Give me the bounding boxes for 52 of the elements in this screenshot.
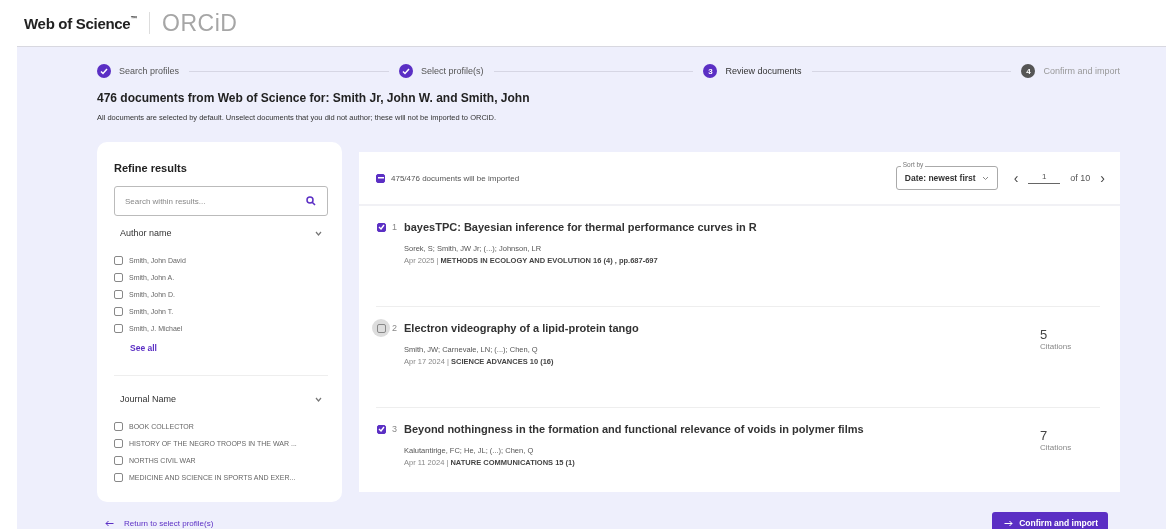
back-link[interactable]: Return to select profile(s) <box>105 518 214 528</box>
citations-label: Citations <box>1040 342 1073 351</box>
citation-count: 5 <box>1040 327 1049 342</box>
checkbox[interactable] <box>114 324 123 333</box>
import-count: 475/476 documents will be imported <box>391 173 520 183</box>
checkbox[interactable] <box>114 473 123 482</box>
checkbox[interactable] <box>376 173 385 183</box>
result-number: 1 <box>392 221 398 234</box>
step-label: Search profiles <box>119 66 180 76</box>
search-field[interactable]: Search within results... <box>114 186 328 216</box>
search-icon[interactable] <box>306 196 316 206</box>
filter-heading[interactable]: Author name <box>120 228 172 238</box>
panel-title: Refine results <box>114 162 188 174</box>
orcid-logo: ORCiD <box>162 9 238 37</box>
document-title[interactable]: Electron videography of a lipid-protein tango <box>404 322 1040 334</box>
citation-count: 7 <box>1040 428 1049 443</box>
checkbox[interactable] <box>114 256 123 265</box>
step-label: Select profile(s) <box>421 66 484 76</box>
checkbox[interactable] <box>114 290 123 299</box>
next-page-button[interactable]: › <box>1100 170 1105 186</box>
page-field[interactable]: 1 <box>1028 172 1061 184</box>
checkbox[interactable] <box>114 456 123 465</box>
checkbox[interactable] <box>376 323 386 333</box>
see-all-link[interactable]: See all <box>130 343 157 353</box>
result-number: 2 <box>392 322 398 335</box>
step-number: 3 <box>703 64 718 78</box>
arrow-right-icon <box>1004 519 1014 527</box>
page-count: of 10 <box>1070 173 1091 183</box>
filter-heading[interactable]: Journal Name <box>120 394 177 404</box>
check-icon <box>377 426 385 432</box>
checkbox[interactable] <box>376 424 386 434</box>
caret-icon[interactable] <box>315 230 322 236</box>
previous-page-button[interactable]: ‹ <box>1013 170 1019 186</box>
arrow-left-icon <box>105 519 114 527</box>
step-number: 4 <box>1021 64 1036 78</box>
checkbox[interactable] <box>114 439 123 448</box>
check-icon <box>377 224 385 230</box>
minus-icon <box>377 177 384 179</box>
checkbox[interactable] <box>114 422 123 431</box>
caret-icon[interactable] <box>981 175 989 181</box>
step-label: Review documents <box>725 66 802 76</box>
result-number: 3 <box>392 423 398 436</box>
citations-label: Citations <box>1040 443 1073 452</box>
checkbox[interactable] <box>114 273 123 282</box>
confirm-button[interactable]: Confirm and import <box>992 512 1108 529</box>
checkbox[interactable] <box>114 307 123 316</box>
document-title[interactable]: bayesTPC: Bayesian inference for thermal performance curves in R <box>404 221 1100 233</box>
checkbox[interactable] <box>376 222 386 232</box>
caret-icon[interactable] <box>315 396 322 402</box>
page-heading: 476 documents from Web of Science for: Smith Jr, John W. and Smith, John <box>97 91 531 105</box>
step-label: Confirm and import <box>1043 66 1120 76</box>
document-title[interactable]: Beyond nothingness in the formation and functional relevance of voids in polymer films <box>404 423 1040 435</box>
